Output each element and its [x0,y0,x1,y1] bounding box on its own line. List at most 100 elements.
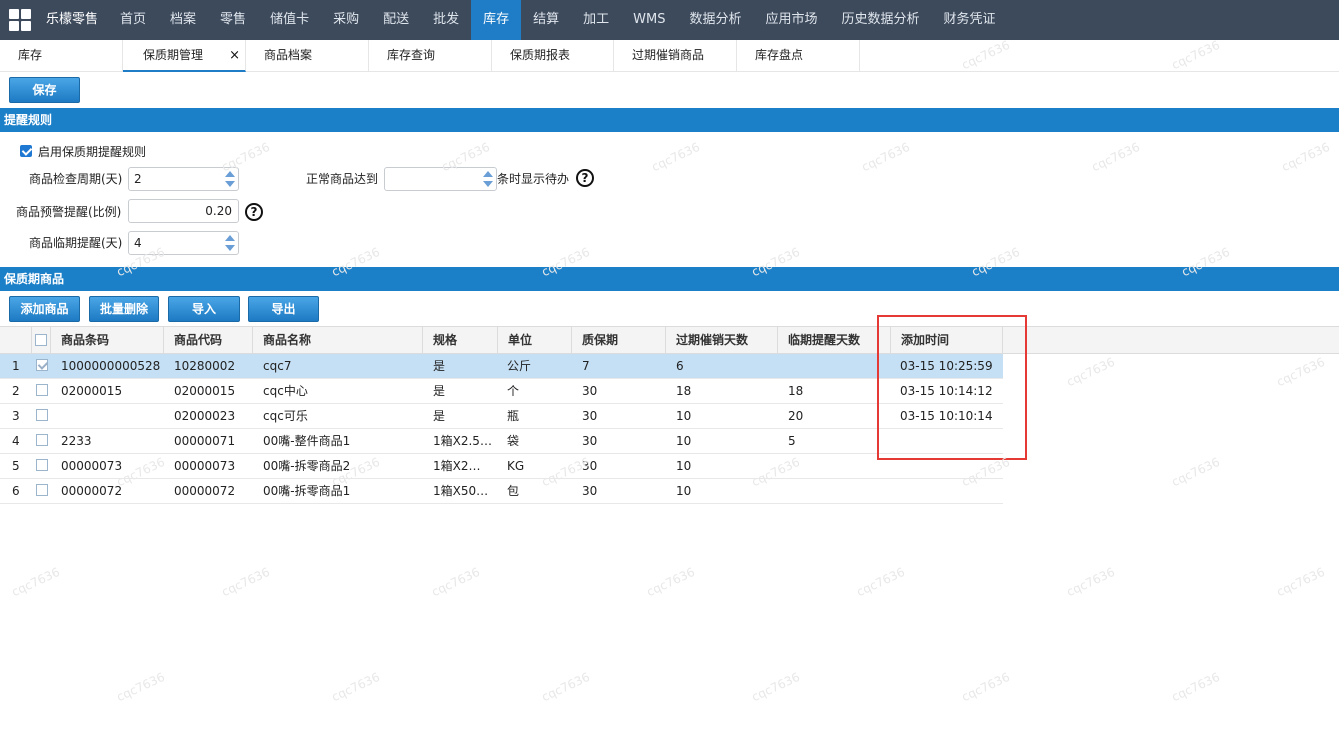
enable-rules-label: 启用保质期提醒规则 [38,145,147,159]
tab-label: 库存 [18,48,43,62]
cell-spec: 是 [433,359,446,373]
nav-wholesale[interactable]: 批发 [421,0,471,40]
table-row[interactable]: 2 02000015 02000015 cqc中心 是 个 30 18 18 0… [0,379,1003,404]
cell-spec: 1箱X2… [433,459,481,473]
watermark: cqc7636 [854,564,907,600]
watermark: cqc7636 [539,669,592,705]
col-added-time[interactable]: 添加时间 [891,327,1003,354]
tab-expired-promotion[interactable]: 过期催销商品 [614,40,737,72]
nav-data-analysis[interactable]: 数据分析 [678,0,754,40]
nav-history-analysis[interactable]: 历史数据分析 [830,0,932,40]
tab-product-archive[interactable]: 商品档案 [246,40,369,72]
table-row[interactable]: 5 00000073 00000073 00嘴-拆零商品2 1箱X2… KG 3… [0,454,1003,479]
tab-shelf-life-report[interactable]: 保质期报表 [492,40,614,72]
nav-inventory[interactable]: 库存 [471,0,522,40]
nav-settlement[interactable]: 结算 [521,0,571,40]
cell-overdue-days: 10 [676,484,692,498]
watermark: cqc7636 [1064,564,1117,600]
import-button[interactable]: 导入 [168,296,240,322]
nav-wms[interactable]: WMS [621,0,677,40]
spinner-icon[interactable] [224,234,236,252]
watermark: cqc7636 [644,564,697,600]
tab-label: 库存查询 [387,48,436,62]
watermark: cqc7636 [749,669,802,705]
check-cycle-label: 商品检查周期(天) [29,172,123,186]
cell-unit: KG [507,459,525,473]
tab-inventory-query[interactable]: 库存查询 [369,40,492,72]
check-cycle-input[interactable]: 2 [128,167,239,191]
tab-label: 商品档案 [264,48,313,62]
nav-app-market[interactable]: 应用市场 [754,0,830,40]
cell-shelf-life: 30 [582,459,598,473]
tab-stocktake[interactable]: 库存盘点 [737,40,860,72]
save-button[interactable]: 保存 [9,77,80,103]
cell-barcode [61,404,161,428]
watermark: cqc7636 [219,564,272,600]
nav-purchase[interactable]: 采购 [321,0,371,40]
tab-inventory[interactable]: 库存 [0,40,123,72]
cell-barcode: 00000072 [61,484,123,498]
row-checkbox[interactable] [36,434,48,446]
nav-home[interactable]: 首页 [108,0,158,40]
row-checkbox[interactable] [36,484,48,496]
add-product-button[interactable]: 添加商品 [9,296,80,322]
row-checkbox[interactable] [36,409,48,421]
table-header: 商品条码 商品代码 商品名称 规格 单位 质保期 过期催销天数 临期提醒天数 添… [0,326,1339,354]
watermark: cqc7636 [114,669,167,705]
table-row[interactable]: 3 02000023 cqc可乐 是 瓶 30 10 20 03-15 10:1… [0,404,1003,429]
col-code[interactable]: 商品代码 [164,327,253,354]
col-spec[interactable]: 规格 [423,327,498,354]
nav-processing[interactable]: 加工 [571,0,621,40]
select-all-checkbox[interactable] [35,334,47,346]
cell-near-expiry-days [788,354,888,378]
spinner-icon[interactable] [224,170,236,188]
cell-overdue-days: 10 [676,409,692,423]
cell-name: 00嘴-拆零商品2 [263,459,351,473]
table-row[interactable]: 4 2233 00000071 00嘴-整件商品1 1箱X2.5… 袋 30 1… [0,429,1003,454]
cell-near-expiry-days: 18 [788,384,804,398]
watermark: cqc7636 [649,139,702,175]
nav-finance-voucher[interactable]: 财务凭证 [932,0,1008,40]
normal-reach-label: 正常商品达到 [306,172,379,186]
row-checkbox[interactable] [36,384,48,396]
nav-stored-value-card[interactable]: 储值卡 [258,0,321,40]
col-near-expiry-days[interactable]: 临期提醒天数 [778,327,891,354]
export-button[interactable]: 导出 [248,296,319,322]
app-grid-icon[interactable] [0,0,40,40]
row-checkbox[interactable] [36,459,48,471]
watermark: cqc7636 [859,139,912,175]
col-name[interactable]: 商品名称 [253,327,423,354]
batch-delete-button[interactable]: 批量删除 [89,296,159,322]
warn-ratio-input[interactable]: 0.20 [128,199,239,223]
normal-reach-input[interactable] [384,167,497,191]
nav-archive[interactable]: 档案 [158,0,208,40]
col-overdue-days[interactable]: 过期催销天数 [666,327,778,354]
row-checkbox[interactable] [36,359,48,371]
help-icon[interactable]: ? [576,169,594,187]
help-icon[interactable]: ? [245,203,263,221]
tab-label: 保质期管理 [143,48,204,62]
col-barcode[interactable]: 商品条码 [51,327,164,354]
cell-added-time: 03-15 10:25:59 [900,359,993,373]
cell-spec: 1箱X50… [433,484,489,498]
cell-code: 00000073 [174,459,236,473]
nav-retail[interactable]: 零售 [208,0,258,40]
table-row[interactable]: 6 00000072 00000072 00嘴-拆零商品1 1箱X50… 包 3… [0,479,1003,504]
col-shelf-life[interactable]: 质保期 [572,327,666,354]
close-icon[interactable]: × [229,40,240,71]
watermark: cqc7636 [1064,354,1117,390]
cell-shelf-life: 30 [582,409,598,423]
watermark: cqc7636 [1274,354,1327,390]
rownum-header [0,327,32,354]
cell-name: 00嘴-拆零商品1 [263,484,351,498]
tab-bar: 库存 保质期管理 × 商品档案 库存查询 保质期报表 过期催销商品 库存盘点 [0,40,1339,72]
table-row[interactable]: 1 1000000000528 10280002 cqc7 是 公斤 7 6 0… [0,354,1003,379]
tab-shelf-life-management[interactable]: 保质期管理 × [123,40,246,72]
enable-rules-checkbox[interactable] [20,145,32,157]
cell-near-expiry-days [788,454,888,478]
nav-distribution[interactable]: 配送 [371,0,421,40]
col-unit[interactable]: 单位 [498,327,572,354]
near-expiry-input[interactable]: 4 [128,231,239,255]
spinner-icon[interactable] [482,170,494,188]
row-number: 6 [12,484,20,498]
